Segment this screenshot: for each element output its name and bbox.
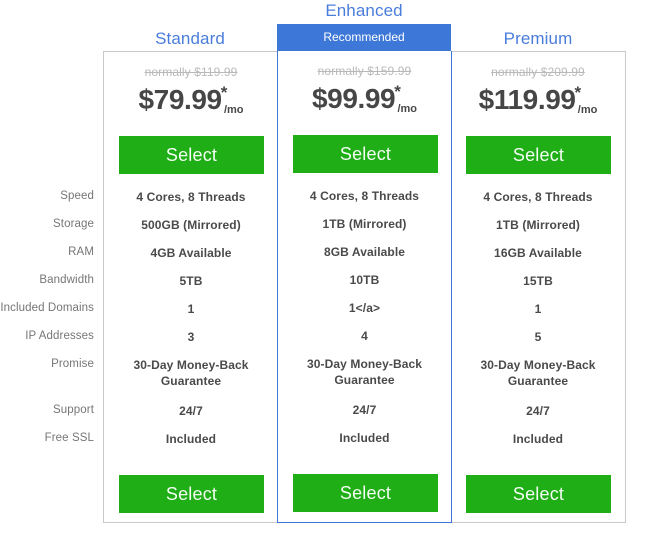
price-amount: $119.99 (478, 84, 576, 115)
feature-value-bandwidth: 5TB (179, 274, 203, 288)
plan-name-premium: Premium (503, 29, 573, 48)
feature-value-speed: 4 Cores, 8 Threads (483, 190, 593, 204)
feature-value-free-ssl: Included (165, 432, 217, 446)
feature-value-storage: 1TB (Mirrored) (322, 217, 407, 231)
card-divider-left (103, 51, 104, 523)
pricing-table: Standard Enhanced Premium Recommended no… (0, 0, 656, 548)
feature-label-ram: RAM (68, 246, 94, 258)
current-price-standard: $79.99* /mo (104, 79, 278, 116)
feature-value-ip-addresses: 4 (361, 329, 368, 343)
feature-value-free-ssl: Included (339, 431, 390, 445)
feature-value-ram: 4GB Available (150, 246, 232, 260)
recommended-badge: Recommended (277, 24, 451, 51)
current-price-premium: $119.99* /mo (451, 79, 625, 116)
original-price-standard: normally $119.99 (144, 65, 238, 79)
price-amount: $79.99 (138, 84, 222, 115)
feature-value-ip-addresses: 3 (187, 330, 195, 344)
feature-label-support: Support (53, 404, 94, 416)
select-button-standard-bottom[interactable]: Select (119, 475, 264, 513)
price-period: /mo (577, 104, 598, 116)
feature-value-storage: 1TB (Mirrored) (495, 218, 581, 232)
price-block-enhanced: normally $159.99 $99.99* /mo (278, 51, 451, 130)
feature-label-ip-addresses: IP Addresses (25, 330, 94, 342)
select-button-enhanced-bottom[interactable]: Select (293, 474, 438, 512)
price-amount: $99.99 (311, 83, 396, 114)
feature-label-storage: Storage (53, 218, 94, 230)
feature-value-promise: 30-Day Money-Back Guarantee (480, 358, 596, 388)
original-price-enhanced: normally $159.99 (317, 64, 412, 78)
feature-value-promise: 30-Day Money-Back Guarantee (306, 357, 423, 387)
feature-value-support: 24/7 (526, 404, 550, 418)
plan-name-standard: Standard (155, 29, 225, 48)
plan-name-enhanced: Enhanced (325, 1, 403, 20)
feature-value-ram: 8GB Available (323, 245, 406, 259)
price-period: /mo (397, 103, 418, 115)
feature-value-included-domains: 1 (187, 302, 195, 316)
price-asterisk: * (394, 82, 401, 101)
feature-values-standard: 4 Cores, 8 Threads 500GB (Mirrored) 4GB … (104, 184, 278, 454)
feature-value-speed: 4 Cores, 8 Threads (136, 190, 246, 204)
feature-value-storage: 500GB (Mirrored) (141, 218, 241, 232)
price-block-premium: normally $209.99 $119.99* /mo (451, 52, 625, 131)
feature-label-speed: Speed (60, 190, 94, 202)
feature-label-promise: Promise (51, 358, 94, 370)
feature-value-bandwidth: 15TB (523, 274, 553, 288)
select-button-premium-top[interactable]: Select (466, 136, 611, 174)
feature-label-bandwidth: Bandwidth (39, 274, 94, 286)
select-button-premium-bottom[interactable]: Select (466, 475, 611, 513)
feature-value-bandwidth: 10TB (349, 273, 380, 287)
plan-card-premium: normally $209.99 $119.99* /mo Select 4 Co… (451, 51, 626, 523)
feature-value-promise: 30-Day Money-Back Guarantee (133, 358, 249, 388)
original-price-premium: normally $209.99 (491, 65, 585, 79)
feature-values-enhanced: 4 Cores, 8 Threads 1TB (Mirrored) 8GB Av… (278, 183, 451, 453)
feature-value-ram: 16GB Available (494, 246, 582, 260)
feature-value-support: 24/7 (352, 403, 377, 417)
feature-value-ip-addresses: 5 (534, 330, 542, 344)
price-period: /mo (223, 104, 244, 116)
current-price-enhanced: $99.99* /mo (278, 78, 451, 115)
price-asterisk: * (574, 83, 582, 102)
select-button-standard-top[interactable]: Select (119, 136, 264, 174)
feature-label-included-domains: Included Domains (0, 302, 94, 314)
plan-card-standard: normally $119.99 $79.99* /mo Select 4 Cor… (103, 51, 278, 523)
feature-value-speed: 4 Cores, 8 Threads (309, 189, 420, 203)
card-divider-right (625, 51, 626, 523)
price-block-standard: normally $119.99 $79.99* /mo (104, 52, 278, 131)
feature-value-included-domains: 1</a> (348, 301, 381, 315)
feature-value-support: 24/7 (179, 404, 203, 418)
plan-card-enhanced: normally $159.99 $99.99* /mo Select 4 Cor… (277, 51, 452, 523)
select-button-enhanced-top[interactable]: Select (293, 135, 438, 173)
price-asterisk: * (220, 83, 228, 102)
feature-label-free-ssl: Free SSL (44, 432, 94, 444)
feature-label-column: Speed Storage RAM Bandwidth Included Dom… (0, 183, 94, 453)
feature-values-premium: 4 Cores, 8 Threads 1TB (Mirrored) 16GB A… (451, 184, 625, 454)
feature-value-free-ssl: Included (512, 432, 564, 446)
feature-value-included-domains: 1 (534, 302, 542, 316)
